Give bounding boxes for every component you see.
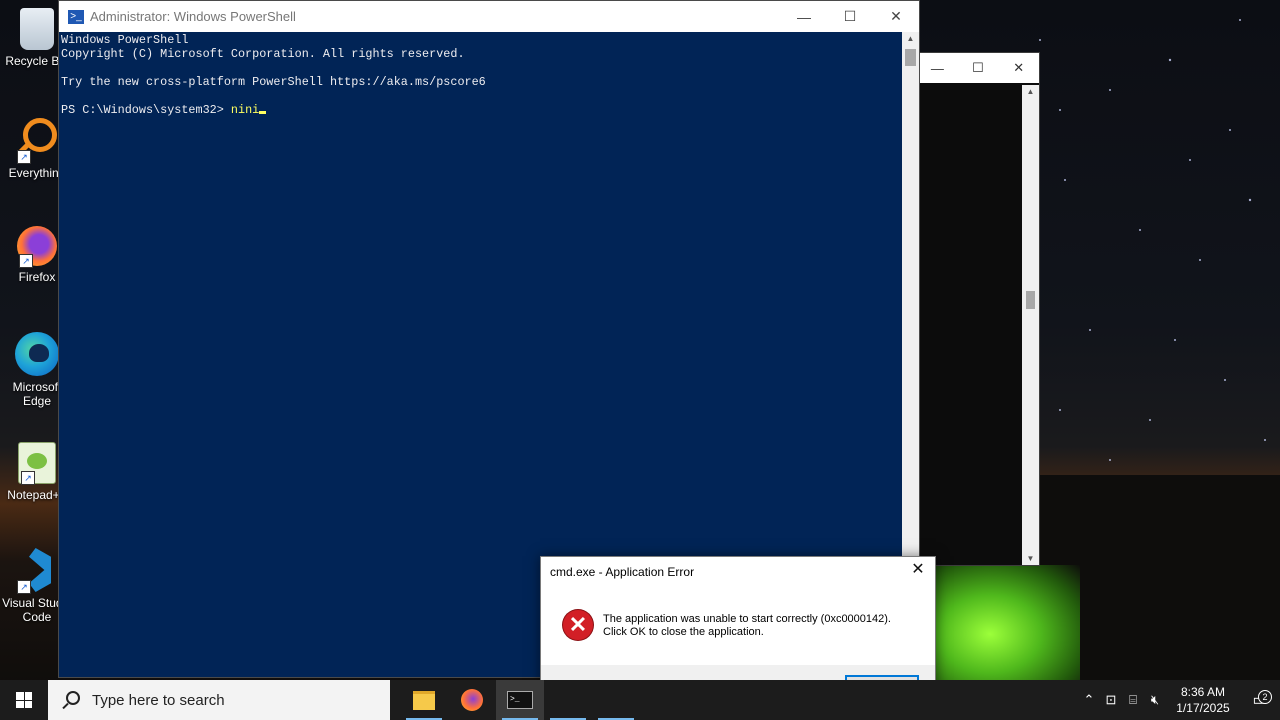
clock[interactable]: 8:36 AM 1/17/2025 (1166, 684, 1240, 716)
console-line: Copyright (C) Microsoft Corporation. All… (61, 47, 465, 61)
folder-icon (413, 690, 435, 710)
close-icon[interactable]: ✕ (873, 8, 919, 25)
security-alert-icon[interactable]: ⊡ (1100, 692, 1122, 708)
background-console-window[interactable]: — ☐ ✕ ▲ ▼ (916, 52, 1040, 566)
time: 8:36 AM (1180, 685, 1226, 699)
command-text: nini (230, 103, 260, 117)
system-tray: ⌃ ⊡ ⌸ 🔇︎ 8:36 AM 1/17/2025 ▭ 2 (1078, 680, 1280, 720)
error-icon: ✕ (563, 610, 593, 640)
taskbar-cmd[interactable] (544, 680, 592, 720)
chevron-up-icon[interactable]: ⌃ (1078, 692, 1100, 708)
taskbar-search-box[interactable]: Type here to search (48, 680, 390, 720)
date: 1/17/2025 (1176, 701, 1230, 715)
shortcut-arrow-icon: ↗ (19, 254, 33, 268)
minimize-icon[interactable]: — (917, 61, 958, 76)
close-icon[interactable]: ✕ (998, 60, 1039, 76)
taskbar-console[interactable] (592, 680, 640, 720)
terminal-icon: >_ (507, 691, 533, 709)
message-line: Click OK to close the application. (603, 626, 764, 638)
scroll-down-icon[interactable]: ▼ (1022, 554, 1039, 563)
windows-logo-icon (16, 692, 32, 708)
network-icon[interactable]: ⌸ (1122, 692, 1144, 708)
prompt-line: PS C:\Windows\system32> nini (61, 103, 901, 117)
close-icon[interactable]: ✕ (909, 561, 927, 579)
shortcut-arrow-icon: ↗ (17, 580, 31, 594)
scrollbar-thumb[interactable] (905, 49, 916, 66)
console-line: Windows PowerShell (61, 33, 189, 47)
dialog-message: The application was unable to start corr… (603, 613, 891, 639)
scroll-up-icon[interactable]: ▲ (902, 34, 919, 43)
text-cursor (259, 111, 267, 114)
notepad-plus-plus-icon: ↗ (18, 442, 56, 485)
vscode-icon: ↗ (15, 548, 59, 594)
firefox-icon: ↗ (17, 226, 57, 268)
powershell-icon: >_ (68, 9, 84, 24)
volume-muted-icon[interactable]: 🔇︎ (1144, 692, 1166, 708)
shortcut-arrow-icon: ↗ (17, 150, 31, 164)
recycle-bin-icon (20, 8, 54, 50)
firefox-icon (461, 689, 483, 711)
dialog-title: cmd.exe - Application Error (550, 565, 695, 579)
glowing-tent (930, 565, 1080, 680)
powershell-titlebar[interactable]: >_ Administrator: Windows PowerShell — ☐… (59, 1, 919, 32)
taskbar: Type here to search >_ ⌃ ⊡ ⌸ 🔇︎ 8:36 AM … (0, 680, 1280, 720)
magnifier-icon: ↗ (15, 118, 59, 164)
scrollbar-thumb[interactable] (1026, 291, 1035, 309)
maximize-icon[interactable]: ☐ (958, 60, 999, 76)
start-button[interactable] (0, 680, 48, 720)
taskbar-powershell[interactable]: >_ (496, 680, 544, 720)
console-line: Try the new cross-platform PowerShell ht… (61, 75, 486, 89)
prompt: PS C:\Windows\system32> (61, 103, 231, 117)
scroll-up-icon[interactable]: ▲ (1022, 87, 1039, 96)
window-title: Administrator: Windows PowerShell (90, 9, 296, 24)
taskbar-file-explorer[interactable] (400, 680, 448, 720)
minimize-icon[interactable]: — (781, 9, 827, 25)
search-icon (62, 691, 80, 710)
scrollbar[interactable]: ▲ ▼ (1022, 85, 1039, 565)
search-placeholder: Type here to search (92, 691, 225, 709)
background-window-titlebar[interactable]: — ☐ ✕ (917, 53, 1039, 83)
notification-badge: 2 (1258, 690, 1272, 704)
edge-icon (15, 332, 59, 376)
shortcut-arrow-icon: ↗ (21, 471, 35, 485)
notification-center-button[interactable]: ▭ 2 (1240, 690, 1280, 710)
maximize-icon[interactable]: ☐ (827, 8, 873, 25)
taskbar-firefox[interactable] (448, 680, 496, 720)
message-line: The application was unable to start corr… (603, 613, 891, 625)
